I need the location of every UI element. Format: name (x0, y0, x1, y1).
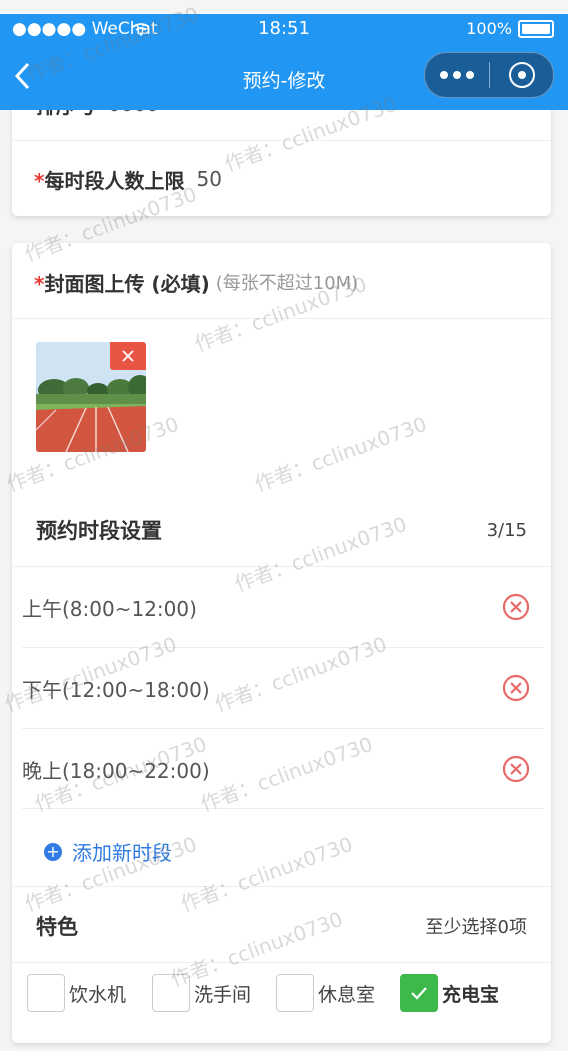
slot-count: 3/15 (486, 519, 527, 541)
feature-section-title: 特色 (36, 915, 78, 939)
cover-upload-row: *封面图上传 (必填) (每张不超过10M) (12, 257, 551, 307)
slot-label: 下午(12:00~18:00) (22, 677, 210, 702)
slot-label: 上午(8:00~12:00) (22, 596, 197, 621)
details-card: *封面图上传 (必填) (每张不超过10M) 预约时段设置 3/15 上午(8:… (12, 243, 551, 1043)
cover-hint: (每张不超过10M) (215, 273, 359, 294)
slot-item[interactable]: 晚上(18:00~22:00) (22, 729, 545, 809)
divider (12, 886, 551, 887)
remove-slot-icon[interactable] (501, 754, 531, 784)
feature-option[interactable]: 充电宝 (400, 973, 499, 1013)
close-icon (122, 350, 134, 362)
feature-option[interactable]: 饮水机 (27, 973, 126, 1013)
battery-percent: 100% (466, 19, 512, 38)
slot-item[interactable]: 下午(12:00~18:00) (22, 648, 545, 728)
feature-option[interactable]: 休息室 (276, 973, 375, 1013)
close-miniprogram-button[interactable] (490, 62, 553, 88)
check-icon (411, 987, 427, 1000)
feature-checkbox[interactable] (276, 974, 314, 1012)
battery-icon (518, 19, 554, 38)
feature-hint: 至少选择0项 (425, 917, 527, 938)
target-icon (508, 62, 535, 88)
feature-label: 饮水机 (69, 983, 127, 1006)
cover-image-thumbnail[interactable] (36, 342, 146, 452)
feature-checkbox[interactable] (27, 974, 65, 1012)
remove-slot-icon[interactable] (501, 673, 531, 703)
feature-option[interactable]: 洗手间 (152, 973, 251, 1013)
limit-row[interactable]: *每时段人数上限 50 (12, 154, 551, 204)
feature-checkbox[interactable] (152, 974, 190, 1012)
required-mark: * (34, 271, 45, 296)
divider (12, 318, 551, 319)
feature-section-header: 特色 至少选择0项 (12, 901, 551, 951)
divider (22, 808, 545, 809)
required-mark: * (34, 168, 45, 193)
feature-label: 休息室 (318, 983, 376, 1006)
plus-icon: + (44, 842, 62, 861)
divider (12, 962, 551, 963)
limit-label: 每时段人数上限 (44, 168, 185, 193)
status-bar: ●●●●● WeChat 18:51 100% (0, 14, 568, 44)
remove-slot-icon[interactable] (501, 592, 531, 622)
page: 排序号 0000 *每时段人数上限 50 *封面图上传 (必填) (每张不超过1… (0, 0, 568, 1051)
cover-label: 封面图上传 (必填) (44, 271, 210, 296)
more-menu-button[interactable] (425, 71, 489, 79)
limit-value[interactable]: 50 (196, 167, 221, 191)
slot-section-header: 预约时段设置 3/15 (12, 505, 551, 555)
add-slot-label: 添加新时段 (72, 841, 172, 865)
slot-item[interactable]: 上午(8:00~12:00) (22, 567, 545, 647)
delete-image-button[interactable] (110, 342, 146, 370)
nav-bar: 预约-修改 (0, 44, 568, 110)
feature-label: 洗手间 (194, 983, 252, 1006)
feature-checkbox-checked[interactable] (400, 974, 438, 1012)
divider (12, 140, 551, 141)
miniprogram-capsule (424, 52, 554, 98)
slot-section-title: 预约时段设置 (36, 519, 162, 543)
feature-label: 充电宝 (442, 983, 500, 1006)
add-slot-button[interactable]: + 添加新时段 (44, 837, 172, 866)
slot-label: 晚上(18:00~22:00) (22, 758, 210, 783)
